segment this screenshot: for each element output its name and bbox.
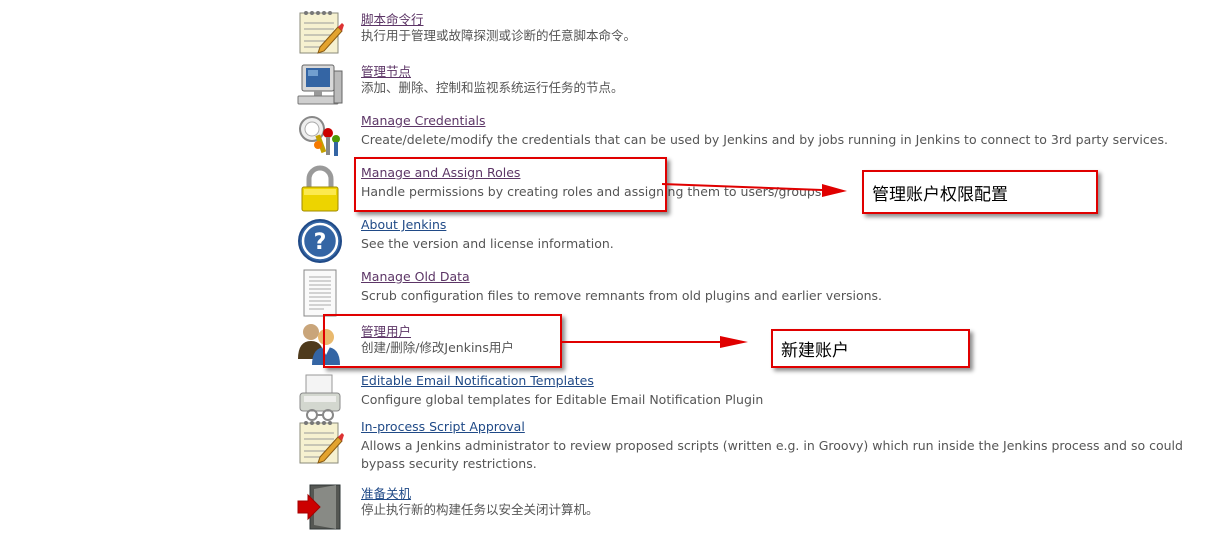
script-console-link[interactable]: 脚本命令行 — [361, 9, 424, 28]
manage-old-data-link[interactable]: Manage Old Data — [361, 269, 470, 284]
users-arrow-icon — [560, 336, 748, 348]
manage-credentials-desc: Create/delete/modify the credentials tha… — [361, 132, 1168, 147]
prepare-shutdown-link[interactable]: 准备关机 — [361, 483, 411, 502]
manage-credentials-item: Manage Credentials Create/delete/modify … — [296, 113, 1226, 157]
svg-text:?: ? — [314, 230, 327, 255]
email-templates-link[interactable]: Editable Email Notification Templates — [361, 373, 594, 388]
padlock-icon — [296, 165, 344, 213]
manage-old-data-desc: Scrub configuration files to remove remn… — [361, 288, 883, 303]
script-approval-link[interactable]: In-process Script Approval — [361, 419, 525, 434]
notepad-icon — [296, 9, 344, 57]
shutdown-icon — [296, 483, 344, 531]
roles-note-label: 管理账户权限配置 — [862, 170, 1098, 214]
roles-arrow-icon — [662, 183, 847, 197]
help-icon: ? — [296, 217, 344, 265]
notepad-icon — [296, 419, 344, 467]
about-jenkins-link[interactable]: About Jenkins — [361, 217, 446, 232]
document-icon — [296, 269, 344, 317]
manage-credentials-link[interactable]: Manage Credentials — [361, 113, 485, 128]
about-jenkins-desc: See the version and license information. — [361, 236, 614, 251]
manage-nodes-item: 管理节点 添加、删除、控制和监视系统运行任务的节点。 — [296, 61, 1226, 105]
roles-highlight-box — [354, 157, 667, 212]
prepare-shutdown-desc: 停止执行新的构建任务以安全关闭计算机。 — [361, 502, 599, 517]
manage-old-data-item: Manage Old Data Scrub configuration file… — [296, 269, 1226, 317]
script-console-desc: 执行用于管理或故障探测或诊断的任意脚本命令。 — [361, 28, 637, 43]
script-console-item: 脚本命令行 执行用于管理或故障探测或诊断的任意脚本命令。 — [296, 9, 1226, 54]
email-templates-desc: Configure global templates for Editable … — [361, 392, 764, 407]
users-highlight-box — [323, 314, 562, 368]
about-jenkins-item: ? About Jenkins See the version and lice… — [296, 217, 1226, 263]
script-approval-desc: Allows a Jenkins administrator to review… — [361, 438, 1183, 471]
keys-icon — [296, 113, 344, 161]
email-templates-item: Editable Email Notification Templates Co… — [296, 373, 1226, 421]
email-templates-icon — [296, 373, 344, 421]
prepare-shutdown-item: 准备关机 停止执行新的构建任务以安全关闭计算机。 — [296, 483, 1226, 530]
computer-icon — [296, 61, 344, 109]
script-approval-item: In-process Script Approval Allows a Jenk… — [296, 419, 1226, 471]
users-note-label: 新建账户 — [771, 329, 970, 368]
manage-nodes-link[interactable]: 管理节点 — [361, 61, 411, 80]
manage-nodes-desc: 添加、删除、控制和监视系统运行任务的节点。 — [361, 80, 624, 95]
